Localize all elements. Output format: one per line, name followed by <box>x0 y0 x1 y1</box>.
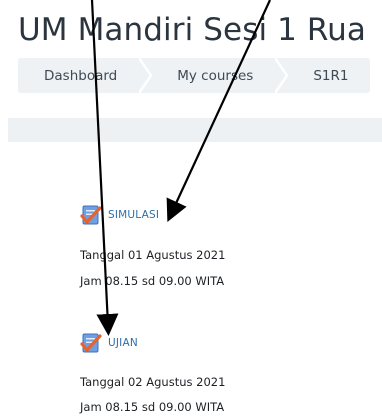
breadcrumb-item-course[interactable]: S1R1 <box>289 58 371 93</box>
breadcrumb-label: My courses <box>177 67 254 84</box>
assignment-check-icon <box>80 332 102 354</box>
breadcrumb: Dashboard My courses S1R1 <box>18 58 371 93</box>
activity-simulasi[interactable]: SIMULASI <box>80 204 159 226</box>
assignment-check-icon <box>80 204 102 226</box>
breadcrumb-item-dashboard[interactable]: Dashboard <box>18 58 140 93</box>
activity-date: Tanggal 02 Agustus 2021 <box>80 375 226 389</box>
activity-time: Jam 08.15 sd 09.00 WITA <box>80 274 225 288</box>
activity-link[interactable]: UJIAN <box>108 337 138 349</box>
breadcrumb-item-my-courses[interactable]: My courses <box>153 58 276 93</box>
activity-link[interactable]: SIMULASI <box>108 209 159 221</box>
page-title: UM Mandiri Sesi 1 Rua <box>18 12 367 48</box>
breadcrumb-separator <box>139 58 154 93</box>
breadcrumb-label: Dashboard <box>44 67 118 84</box>
section-header-bar <box>8 118 382 142</box>
activity-ujian[interactable]: UJIAN <box>80 332 138 354</box>
activity-time: Jam 08.15 sd 09.00 WITA <box>80 400 225 414</box>
breadcrumb-label: S1R1 <box>313 67 349 84</box>
breadcrumb-separator <box>275 58 290 93</box>
activity-date: Tanggal 01 Agustus 2021 <box>80 248 226 262</box>
